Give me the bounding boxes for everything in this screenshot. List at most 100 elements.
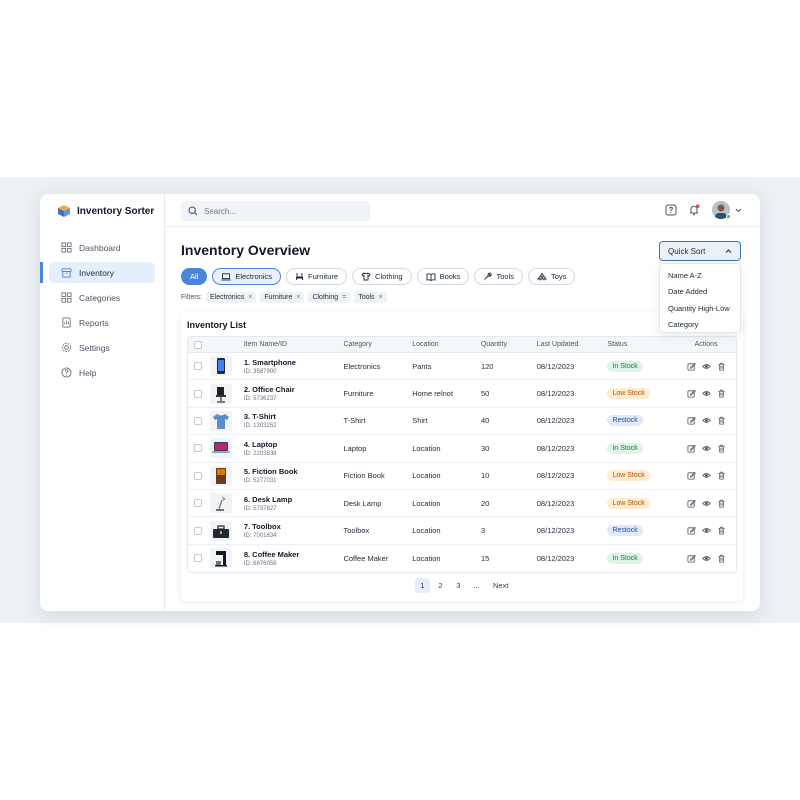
sidebar-item-settings[interactable]: Settings [49, 337, 155, 358]
chip-tools[interactable]: Tools [474, 268, 523, 285]
delete-icon[interactable] [717, 389, 726, 398]
chair-icon [296, 273, 303, 280]
row-checkbox[interactable] [194, 471, 202, 480]
edit-icon[interactable] [687, 416, 696, 425]
edit-icon[interactable] [687, 389, 696, 398]
page-button-2[interactable]: 2 [433, 578, 448, 593]
chip-books[interactable]: Books [416, 268, 470, 285]
item-name[interactable]: 2. Office Chair [244, 385, 344, 394]
search-input[interactable] [204, 206, 354, 216]
view-icon[interactable] [701, 444, 711, 453]
view-icon[interactable] [701, 389, 711, 398]
table-row[interactable]: 7. Toolbox ID: 7001834 Toolbox Location 3 08/… [188, 517, 736, 545]
edit-icon[interactable] [687, 499, 696, 508]
status-cell: In Stock [607, 442, 676, 454]
delete-icon[interactable] [717, 471, 726, 480]
edit-icon[interactable] [687, 444, 696, 453]
quick-sort-button[interactable]: Quick Sort [659, 241, 741, 261]
chip-furniture[interactable]: Furniture [286, 268, 348, 285]
view-icon[interactable] [701, 362, 711, 371]
item-name[interactable]: 5. Fiction Book [244, 467, 344, 476]
column-header-category[interactable]: Category [343, 341, 412, 348]
row-checkbox[interactable] [194, 554, 202, 563]
sidebar-item-label: Inventory [79, 267, 114, 278]
edit-icon[interactable] [687, 471, 696, 480]
view-icon[interactable] [701, 471, 711, 480]
remove-filter-icon[interactable]: = [342, 294, 346, 301]
table-row[interactable]: 2. Office Chair ID: 5736237 Furniture Home … [188, 380, 736, 408]
remove-filter-icon[interactable]: × [296, 294, 300, 301]
table-row[interactable]: 1. Smartphone ID: 3587900 Electronics Pants… [188, 353, 736, 381]
bell-icon[interactable] [688, 204, 700, 216]
sidebar-item-categories[interactable]: Categories [49, 287, 155, 308]
book-icon [426, 272, 436, 281]
table-row[interactable]: 5. Fiction Book ID: 5277031 Fiction Book Lo… [188, 463, 736, 490]
item-quantity: 120 [480, 361, 494, 371]
table-row[interactable]: 4. Laptop ID: 2203838 Laptop Location 30 08/1… [188, 435, 736, 463]
sidebar-item-dashboard[interactable]: Dashboard [49, 237, 155, 258]
remove-filter-icon[interactable]: × [248, 294, 252, 301]
delete-icon[interactable] [717, 416, 726, 425]
sort-option-name[interactable]: Name A-Z [660, 267, 740, 284]
table-row[interactable]: 3. T-Shirt ID: 1303252 T-Shirt Shirt 40 08/12… [188, 408, 736, 436]
view-icon[interactable] [701, 554, 711, 563]
item-quantity: 20 [480, 498, 490, 508]
edit-icon[interactable] [687, 526, 696, 535]
sidebar-item-help[interactable]: Help [49, 362, 155, 383]
row-checkbox[interactable] [194, 499, 202, 508]
table-row[interactable]: 6. Desk Lamp ID: 5737827 Desk Lamp Location… [188, 490, 736, 518]
view-icon[interactable] [701, 416, 711, 425]
page-button-3[interactable]: 3 [451, 578, 466, 593]
row-checkbox[interactable] [194, 362, 202, 371]
item-name[interactable]: 8. Coffee Maker [244, 550, 344, 559]
item-name[interactable]: 4. Laptop [244, 440, 344, 449]
item-id: ID: 5737827 [243, 505, 277, 512]
sort-option-quantity[interactable]: Quantity High-Low [660, 300, 740, 317]
item-name[interactable]: 1. Smartphone [244, 358, 344, 367]
delete-icon[interactable] [717, 362, 726, 371]
item-name-cell: 7. Toolbox ID: 7001834 [244, 522, 344, 539]
delete-icon[interactable] [717, 499, 726, 508]
page-button-1[interactable]: 1 [415, 578, 430, 593]
column-header-last-updated[interactable]: Last Updated [537, 341, 608, 348]
column-header-quantity[interactable]: Quantity [481, 341, 537, 348]
search-box[interactable] [181, 201, 370, 221]
help-icon [61, 367, 72, 378]
row-checkbox[interactable] [194, 389, 202, 398]
sort-option-date-added[interactable]: Date Added [660, 284, 740, 301]
select-all-checkbox[interactable] [194, 340, 202, 349]
chip-electronics[interactable]: Electronics [212, 268, 282, 285]
brand: Inventory Sorter [57, 204, 154, 218]
chip-toys[interactable]: Toys [527, 268, 576, 285]
panel-title: Inventory List [187, 320, 247, 330]
view-icon[interactable] [701, 499, 711, 508]
remove-filter-icon[interactable]: × [379, 294, 383, 301]
column-header-name[interactable]: Item Name/ID [244, 341, 344, 348]
chevron-down-icon[interactable] [735, 207, 742, 214]
item-id: ID: 3587900 [243, 368, 277, 375]
toolbox-thumbnail-icon [212, 524, 229, 538]
item-name[interactable]: 3. T-Shirt [244, 412, 344, 421]
sidebar-item-inventory[interactable]: Inventory [49, 262, 155, 283]
column-header-location[interactable]: Location [412, 341, 481, 348]
sidebar-item-reports[interactable]: Reports [49, 312, 155, 333]
delete-icon[interactable] [717, 526, 726, 535]
item-location: Location [412, 526, 441, 536]
view-icon[interactable] [701, 526, 711, 535]
row-checkbox[interactable] [194, 526, 202, 535]
chip-clothing[interactable]: Clothing [352, 268, 412, 285]
item-name[interactable]: 7. Toolbox [244, 522, 344, 531]
edit-icon[interactable] [687, 362, 696, 371]
chip-all[interactable]: All [181, 268, 208, 285]
delete-icon[interactable] [717, 554, 726, 563]
next-page-button[interactable]: Next [487, 578, 514, 593]
row-checkbox[interactable] [194, 416, 202, 425]
help-icon[interactable] [665, 204, 677, 216]
edit-icon[interactable] [687, 554, 696, 563]
row-checkbox[interactable] [194, 444, 202, 453]
item-name[interactable]: 6. Desk Lamp [244, 495, 344, 504]
delete-icon[interactable] [717, 444, 726, 453]
table-row[interactable]: 8. Coffee Maker ID: 6876058 Coffee Maker Lo… [188, 545, 736, 572]
column-header-status[interactable]: Status [607, 341, 676, 348]
sort-option-category[interactable]: Category [660, 317, 740, 334]
